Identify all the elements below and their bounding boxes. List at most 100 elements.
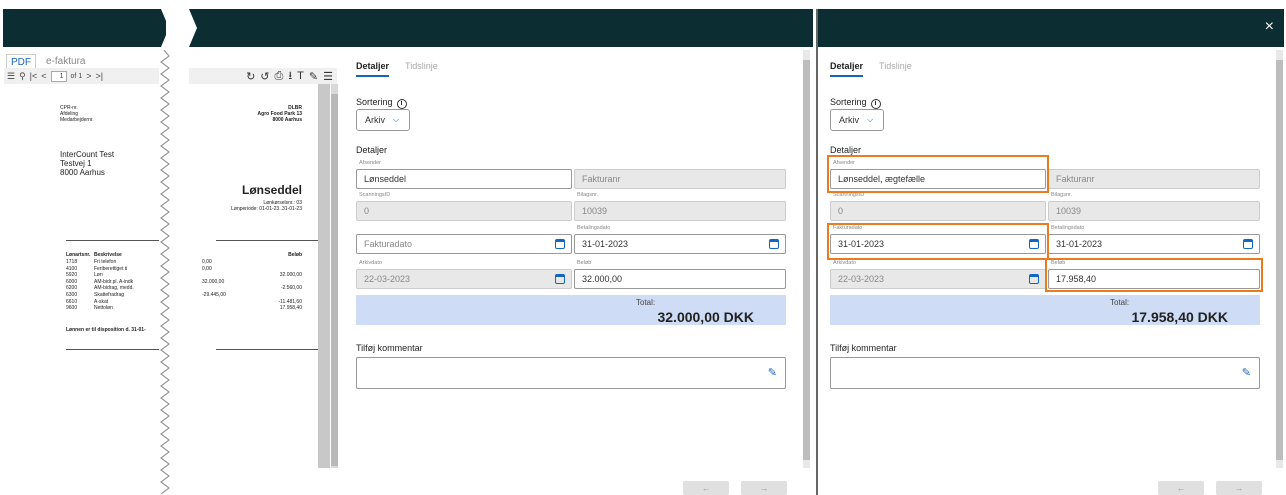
close-icon[interactable]: ×: [1265, 17, 1274, 37]
doc-row-nr: 6610: [66, 298, 78, 305]
download-icon[interactable]: ⭳: [288, 67, 292, 86]
highlight-beloeb: [1045, 258, 1263, 292]
pdf-toolbar-right: ↻ ↺ ⎙ ⭳ T ✎ ☰: [189, 68, 337, 84]
tab-tidslinje[interactable]: Tidslinje: [879, 61, 912, 77]
doc-rule: [216, 349, 318, 350]
calendar-icon[interactable]: [1029, 274, 1039, 284]
rotate-cw-icon[interactable]: ↻: [246, 70, 255, 83]
doc-footer: Lønnen er til disposition d. 31-01-: [66, 327, 146, 333]
doc-row-desc: AM-bidr.pl. A-indk: [94, 278, 134, 285]
doc-row-amount-a: 32.000,00: [202, 278, 225, 285]
pencil-icon[interactable]: ✎: [768, 366, 777, 379]
page-count: of 1: [70, 72, 83, 80]
doc-rule: [216, 240, 318, 241]
arkivdato-field[interactable]: Arkivdato 22-03-2023: [830, 260, 1046, 289]
doc-row-nr: 1718: [66, 259, 78, 265]
doc-row-amount-a: 0,00: [202, 259, 212, 265]
doc-row-nr: 4100: [66, 265, 78, 272]
comment-input[interactable]: ✎: [830, 357, 1260, 389]
scanningsid-field: ScanningsID 0: [830, 192, 1046, 221]
next-page-button[interactable]: >: [86, 71, 91, 81]
panel-tabs: Detaljer Tidslinje: [830, 61, 912, 77]
info-icon[interactable]: i: [870, 99, 881, 109]
pdf-scrollbar[interactable]: [331, 84, 338, 468]
form-scrollbar-right-thumb[interactable]: [1276, 60, 1283, 460]
doc-row-amount-a: 0,00: [202, 265, 212, 272]
doc-row-nr: 6000: [66, 278, 78, 285]
fakturanr-placeholder: Fakturanr: [1056, 174, 1095, 184]
arkiv-select[interactable]: Arkiv ⌵: [830, 109, 884, 131]
arkiv-select[interactable]: Arkiv ⌵: [356, 109, 410, 131]
page-number-input[interactable]: 1: [50, 70, 67, 82]
form-scrollbar-right[interactable]: [1276, 50, 1283, 468]
next-button[interactable]: →: [1216, 481, 1262, 495]
form-scrollbar-left[interactable]: [803, 50, 810, 468]
info-icon[interactable]: i: [396, 99, 407, 109]
last-page-button[interactable]: >|: [95, 71, 103, 81]
fakturadato-field[interactable]: Fakturadato: [356, 234, 572, 254]
calendar-icon[interactable]: [769, 239, 779, 249]
tab-tidslinje[interactable]: Tidslinje: [405, 61, 438, 77]
print-icon[interactable]: ⎙: [275, 70, 284, 83]
tab-detaljer[interactable]: Detaljer: [356, 61, 390, 77]
pen-icon[interactable]: ✎: [309, 70, 318, 83]
doc-title: Lønseddel: [241, 183, 302, 197]
kommentar-label: Tilføj kommentar: [830, 343, 897, 353]
torn-edge-divider: [160, 50, 170, 495]
next-button[interactable]: →: [741, 481, 787, 495]
total-label: Total:: [1110, 298, 1130, 307]
pdf-toolbar: ☰ ⚲ |< < 1 of 1 > >|: [4, 68, 159, 84]
fakturanr-field[interactable]: Fakturanr: [574, 169, 786, 189]
sidebar-toggle-icon[interactable]: ☰: [7, 71, 15, 82]
betalingsdato-field[interactable]: Betalingsdato 31-01-2023: [574, 225, 786, 254]
prev-page-button[interactable]: <: [41, 71, 46, 81]
betalingsdato-label: Betalingsdato: [577, 225, 611, 231]
arkivdato-label: Arkivdato: [359, 260, 382, 266]
comment-input[interactable]: ✎: [356, 357, 786, 389]
betalingsdato-value: 31-01-2023: [582, 239, 629, 249]
calendar-icon[interactable]: [1243, 239, 1253, 249]
betalingsdato-value: 31-01-2023: [1056, 239, 1103, 249]
afsender-field[interactable]: Afsender Lønseddel: [356, 160, 572, 189]
header-bar-right: ×: [818, 9, 1284, 47]
fakturanr-placeholder: Fakturanr: [582, 174, 621, 184]
pdf-page-left: CPR-nr. Afdeling Medarbejdernr. InterCou…: [4, 84, 159, 468]
prev-button[interactable]: ←: [683, 481, 729, 495]
scanningsid-value: 0: [364, 206, 370, 216]
bilagsnr-value: 10039: [1056, 206, 1082, 216]
pdf-scrollbar-thumb[interactable]: [331, 94, 338, 466]
fakturadato-placeholder: Fakturadato: [364, 239, 413, 249]
afsender-value: Lønseddel: [364, 174, 407, 184]
form-scrollbar-left-thumb[interactable]: [803, 60, 810, 460]
pencil-icon[interactable]: ✎: [1242, 366, 1251, 379]
prev-button[interactable]: ←: [1158, 481, 1204, 495]
arkivdato-value: 22-03-2023: [838, 274, 885, 284]
arkivdato-field[interactable]: Arkivdato 22-03-2023: [356, 260, 572, 289]
doc-recipient-city: 8000 Aarhus: [60, 168, 105, 177]
kommentar-label: Tilføj kommentar: [356, 343, 423, 353]
detaljer-heading: Detaljer: [830, 145, 862, 155]
beloeb-field[interactable]: Beløb 32.000,00: [574, 260, 786, 289]
doc-row-nr: 9600: [66, 305, 78, 312]
first-page-button[interactable]: |<: [30, 71, 38, 81]
total-value: 32.000,00 DKK: [657, 309, 754, 325]
menu-icon[interactable]: ☰: [323, 70, 333, 83]
doc-row-desc: Skattefradrag: [94, 292, 125, 298]
doc-row-nr: 5920: [66, 272, 78, 279]
calendar-icon[interactable]: [555, 274, 565, 284]
doc-row-desc: AM-bidrag, medd.: [94, 285, 134, 292]
header-bar-left: [3, 9, 166, 47]
scanningsid-value: 0: [838, 206, 844, 216]
doc-row-desc: Fri telefon: [94, 259, 117, 265]
doc-row-amount-b: -2.560,00: [280, 285, 302, 292]
calendar-icon[interactable]: [555, 239, 565, 249]
tab-detaljer[interactable]: Detaljer: [830, 61, 864, 77]
bilagsnr-field: Bilagsnr. 10039: [574, 192, 786, 221]
text-tool-icon[interactable]: T: [297, 70, 304, 82]
doc-row-amount-b: 17.958,40: [279, 305, 302, 312]
betalingsdato-field[interactable]: Betalingsdato 31-01-2023: [1048, 225, 1260, 254]
doc-address2: 8000 Aarhus: [272, 117, 302, 123]
search-icon[interactable]: ⚲: [19, 71, 26, 82]
rotate-ccw-icon[interactable]: ↺: [260, 70, 269, 83]
fakturanr-field[interactable]: Fakturanr: [1048, 169, 1260, 189]
